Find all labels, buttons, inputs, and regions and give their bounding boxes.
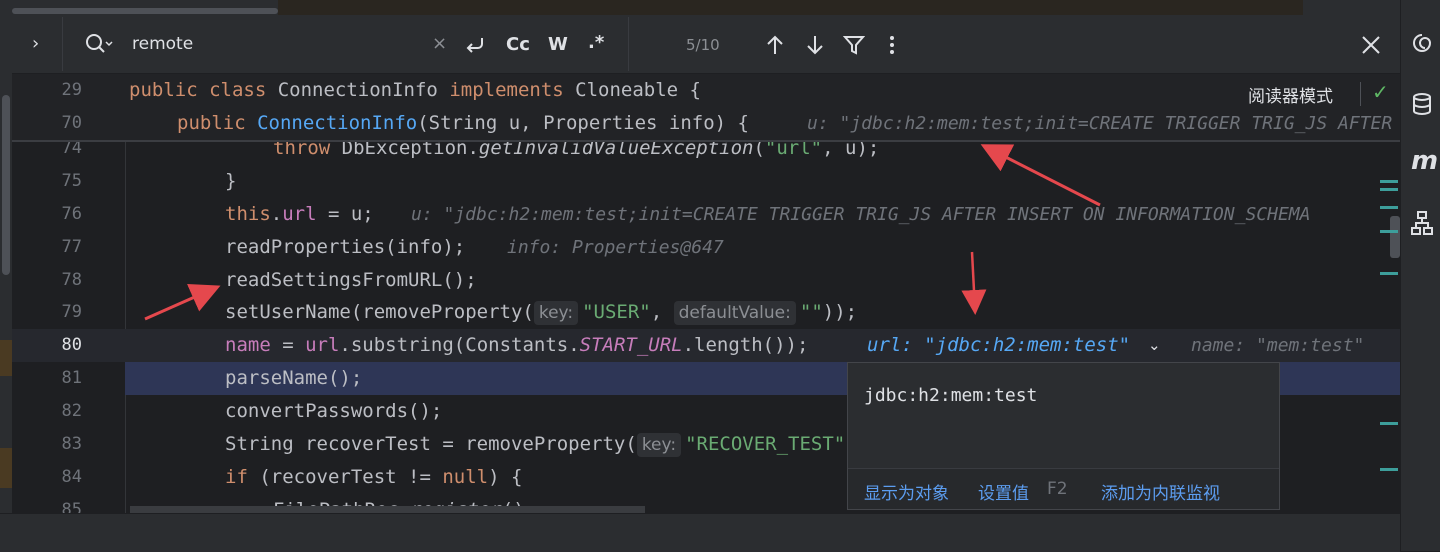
popup-footer: 显示为对象 设置值 F2 添加为内联监视 (848, 468, 1279, 509)
toolbar-divider (628, 17, 629, 71)
scroll-strip-track (278, 0, 1303, 15)
line-number: 84 (61, 467, 82, 487)
match-case-toggle[interactable]: Cc (506, 35, 530, 55)
line-number: 70 (61, 113, 82, 133)
divider (1360, 82, 1361, 106)
code-text: setUserName(removeProperty(key: "USER", d… (225, 301, 858, 325)
line-number: 76 (61, 204, 82, 224)
sticky-line[interactable]: 70 public ConnectionInfo(String u, Prope… (12, 107, 1400, 140)
code-text: String recoverTest = removeProperty(key:… (225, 433, 846, 457)
show-as-object-link[interactable]: 显示为对象 (864, 479, 949, 504)
status-bar (0, 513, 1400, 552)
left-gutter-bar (0, 15, 12, 513)
parameter-hint: key: (533, 301, 579, 325)
arrow-up-icon[interactable] (765, 34, 785, 60)
inline-debug-hint: u: "jdbc:h2:mem:test;init=CREATE TRIGGER… (411, 204, 1311, 225)
whole-word-toggle[interactable]: W (548, 35, 568, 55)
search-input[interactable] (132, 33, 422, 55)
debug-value-popup[interactable]: jdbc:h2:mem:test 显示为对象 设置值 F2 添加为内联监视 (847, 362, 1280, 510)
right-tool-bar: m (1400, 0, 1440, 551)
reader-mode-label[interactable]: 阅读器模式 (1248, 82, 1333, 107)
filter-icon[interactable] (842, 35, 866, 59)
line-number: 82 (61, 401, 82, 421)
checkmark-icon[interactable]: ✓ (1372, 80, 1389, 104)
inline-debug-hint: info: Properties@647 (507, 237, 724, 258)
code-text: readProperties(info); (225, 236, 466, 258)
code-text: public ConnectionInfo(String u, Properti… (177, 112, 749, 134)
gutter-marker (0, 340, 12, 376)
code-text: parseName(); (225, 367, 363, 389)
database-icon[interactable] (1411, 92, 1433, 122)
inline-debug-value-url[interactable]: url: "jdbc:h2:mem:test" (867, 329, 1130, 362)
line-number: 83 (61, 434, 82, 454)
line-number: 81 (61, 368, 82, 388)
code-text: this.url = u; (225, 203, 374, 225)
left-scrollbar-thumb[interactable] (2, 95, 10, 275)
code-line[interactable]: 75 } (12, 165, 1400, 198)
code-line[interactable]: 77 readProperties(info); info: Propertie… (12, 231, 1400, 264)
scroll-marker (1380, 188, 1398, 191)
parameter-hint: defaultValue: (673, 301, 796, 325)
code-text: } (225, 170, 237, 192)
gutter-marker (0, 448, 12, 488)
code-text: convertPasswords(); (225, 400, 443, 422)
toolbar-divider (62, 17, 63, 71)
scroll-marker (1380, 272, 1398, 275)
code-line[interactable]: 79 setUserName(removeProperty(key: "USER"… (12, 296, 1400, 329)
line-number: 79 (61, 302, 82, 322)
parameter-hint: key: (636, 433, 682, 457)
set-value-link[interactable]: 设置值 (978, 479, 1029, 504)
newline-icon[interactable] (464, 34, 486, 58)
line-number: 75 (61, 171, 82, 191)
code-text: if (recoverTest != null) { (225, 466, 523, 488)
line-number: 85 (61, 500, 82, 513)
line-number: 78 (61, 270, 82, 290)
code-text: name = url.substring(Constants.START_URL… (225, 334, 809, 356)
scroll-marker (1380, 422, 1398, 425)
close-icon[interactable] (1360, 34, 1382, 60)
more-vertical-icon[interactable] (888, 35, 896, 59)
top-scroll-strip (0, 0, 1400, 15)
chevron-right-icon[interactable]: › (32, 34, 39, 54)
search-icon[interactable] (85, 33, 115, 59)
line-number: 77 (61, 237, 82, 257)
code-line[interactable]: 78 readSettingsFromURL(); (12, 264, 1400, 297)
maven-icon[interactable]: m (1411, 146, 1438, 176)
scroll-marker (1380, 206, 1398, 209)
scroll-marker (1380, 468, 1398, 471)
horizontal-scrollbar[interactable] (130, 506, 645, 513)
arrow-down-icon[interactable] (805, 34, 825, 60)
sticky-line[interactable]: 29 public class ConnectionInfo implement… (12, 74, 1400, 107)
scroll-marker (1380, 230, 1398, 233)
inline-debug-hint: u: "jdbc:h2:mem:test;init=CREATE TRIGGER… (807, 113, 1393, 134)
chevron-down-icon[interactable]: ⌄ (1148, 329, 1161, 362)
clear-icon[interactable]: × (432, 34, 447, 54)
set-value-shortcut: F2 (1047, 479, 1068, 499)
find-toolbar: › × Cc W .* 5/10 (12, 15, 1400, 74)
swirl-icon[interactable] (1411, 32, 1433, 60)
vertical-scrollbar-thumb[interactable] (1390, 216, 1400, 258)
line-number: 80 (61, 335, 82, 355)
scroll-marker (1380, 180, 1398, 183)
code-text: readSettingsFromURL(); (225, 269, 477, 291)
popup-value[interactable]: jdbc:h2:mem:test (864, 385, 1037, 406)
regex-toggle[interactable]: .* (588, 33, 604, 53)
add-inline-watch-link[interactable]: 添加为内联监视 (1101, 479, 1220, 504)
code-line[interactable]: 76 this.url = u; u: "jdbc:h2:mem:test;in… (12, 198, 1400, 231)
horizontal-scrollbar-thumb[interactable] (12, 8, 278, 14)
inline-debug-hint: name: "mem:test" (1191, 335, 1365, 356)
line-number: 29 (61, 80, 82, 100)
code-text: public class ConnectionInfo implements C… (129, 79, 701, 101)
structure-icon[interactable] (1411, 210, 1433, 242)
sticky-lines-header: 29 public class ConnectionInfo implement… (12, 74, 1400, 142)
code-line[interactable]: 80 name = url.substring(Constants.START_… (12, 329, 1400, 362)
match-counter: 5/10 (686, 36, 720, 54)
